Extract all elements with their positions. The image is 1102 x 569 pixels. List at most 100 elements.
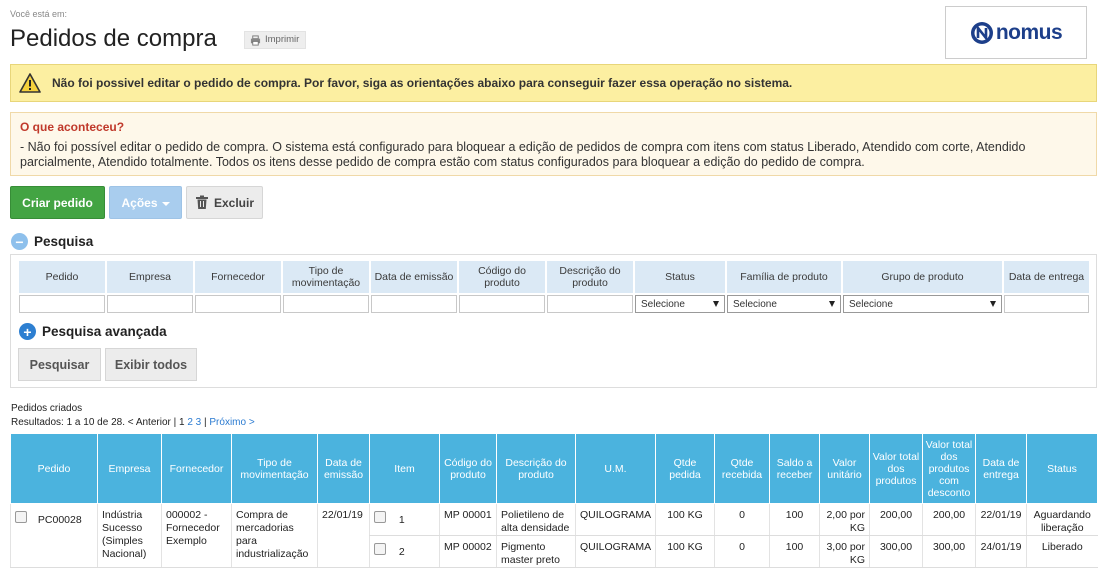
product-code-cell: MP 00002 xyxy=(439,535,497,568)
filter-order-input[interactable] xyxy=(19,295,105,313)
filter-family-select[interactable]: Selecione xyxy=(727,295,841,313)
create-order-button[interactable]: Criar pedido xyxy=(10,186,105,219)
printer-icon xyxy=(250,35,261,46)
filter-header: Fornecedor xyxy=(195,261,281,293)
advanced-search-toggle[interactable]: + Pesquisa avançada xyxy=(19,323,167,340)
filter-movement-input[interactable] xyxy=(283,295,369,313)
col-header[interactable]: Código do produto xyxy=(439,433,497,504)
col-header[interactable]: Qtde recebida xyxy=(714,433,770,504)
delete-button[interactable]: Excluir xyxy=(186,186,263,219)
item-number: 1 xyxy=(398,514,405,526)
nomus-logo-icon xyxy=(970,21,993,44)
page-link-2[interactable]: 2 xyxy=(187,417,193,428)
page-title: Pedidos de compra xyxy=(10,25,217,52)
product-code-cell: MP 00001 xyxy=(439,503,497,536)
search-heading: Pesquisa xyxy=(34,234,94,249)
col-header[interactable]: Valor total dos produtos com desconto xyxy=(922,433,976,504)
info-body: - Não foi possível editar o pedido de co… xyxy=(20,140,1026,169)
col-header[interactable]: Descrição do produto xyxy=(496,433,576,504)
actions-button[interactable]: Ações xyxy=(109,186,182,219)
item-number: 2 xyxy=(398,546,405,558)
qty-ordered-cell: 100 KG xyxy=(655,535,715,568)
item-checkbox[interactable] xyxy=(374,543,386,555)
table-row[interactable]: PC00028 Indústria Sucesso (Simples Nacio… xyxy=(10,503,1098,568)
breadcrumb: Você está em: xyxy=(10,9,68,19)
col-header[interactable]: Valor total dos produtos xyxy=(869,433,923,504)
status-cell: Liberado xyxy=(1026,535,1098,568)
item-cell: 2 xyxy=(369,535,440,568)
filter-header: Código do produto xyxy=(459,261,545,293)
delete-label: Excluir xyxy=(213,195,255,210)
col-header[interactable]: Empresa xyxy=(97,433,162,504)
total-cell: 300,00 xyxy=(869,535,923,568)
search-button[interactable]: Pesquisar xyxy=(18,348,101,381)
logo-text: nomus xyxy=(995,20,1063,44)
trash-icon xyxy=(195,195,208,209)
filter-header: Empresa xyxy=(107,261,193,293)
col-header[interactable]: Item xyxy=(369,433,440,504)
col-header[interactable]: Tipo de movimentação xyxy=(231,433,318,504)
info-heading: O que aconteceu? xyxy=(20,120,125,134)
advanced-search-label: Pesquisa avançada xyxy=(42,324,167,339)
order-checkbox[interactable] xyxy=(15,511,27,523)
filter-supplier-input[interactable] xyxy=(195,295,281,313)
discount-total-cell: 200,00 xyxy=(922,503,976,536)
company-cell: Indústria Sucesso (Simples Nacional) xyxy=(97,503,162,568)
col-header[interactable]: Saldo a receber xyxy=(769,433,820,504)
item-checkbox[interactable] xyxy=(374,511,386,523)
filter-group-select[interactable]: Selecione xyxy=(843,295,1002,313)
unit-price-cell: 3,00 por KG xyxy=(819,535,870,568)
collapse-icon: − xyxy=(11,233,28,250)
expand-icon: + xyxy=(19,323,36,340)
filter-delivery-date-input[interactable] xyxy=(1004,295,1089,313)
warning-icon xyxy=(19,73,41,93)
next-page-link[interactable]: Próximo > xyxy=(209,417,254,428)
col-header[interactable]: Fornecedor xyxy=(161,433,232,504)
col-header[interactable]: Status xyxy=(1026,433,1098,504)
search-section-toggle[interactable]: − Pesquisa xyxy=(11,233,93,250)
col-header[interactable]: Data de emissão xyxy=(317,433,370,504)
results-summary: Resultados: 1 a 10 de 28. < Anterior | 1 xyxy=(11,417,188,428)
col-header[interactable]: Valor unitário xyxy=(819,433,870,504)
select-value: Selecione xyxy=(849,298,893,310)
filter-table: Pedido Empresa Fornecedor Tipo de movime… xyxy=(17,261,1091,313)
supplier-cell: 000002 - Fornecedor Exemplo xyxy=(161,503,232,568)
col-header[interactable]: Pedido xyxy=(10,433,98,504)
col-header[interactable]: Qtde pedida xyxy=(655,433,715,504)
select-caret-icon xyxy=(713,301,719,307)
balance-cell: 100 xyxy=(769,535,820,568)
product-desc-cell: Pigmento master preto xyxy=(496,535,576,568)
qty-received-cell: 0 xyxy=(714,503,770,536)
show-all-button[interactable]: Exibir todos xyxy=(105,348,197,381)
filter-product-desc-input[interactable] xyxy=(547,295,633,313)
order-number: PC00028 xyxy=(37,514,82,526)
filter-header: Tipo de movimentação xyxy=(283,261,369,293)
select-value: Selecione xyxy=(733,298,777,310)
filter-header: Status xyxy=(635,261,725,293)
issue-date-cell: 22/01/19 xyxy=(317,503,370,568)
filter-header: Data de emissão xyxy=(371,261,457,293)
print-label: Imprimir xyxy=(265,34,300,45)
print-button[interactable]: Imprimir xyxy=(244,31,307,49)
col-header[interactable]: U.M. xyxy=(575,433,656,504)
delivery-date-cell: 22/01/19 xyxy=(975,503,1027,536)
movement-cell: Compra de mercadorias para industrializa… xyxy=(231,503,318,568)
warning-alert: Não foi possivel editar o pedido de comp… xyxy=(10,64,1097,102)
orders-table: Pedido Empresa Fornecedor Tipo de movime… xyxy=(10,433,1098,568)
results-title: Pedidos criados xyxy=(11,403,83,414)
actions-label: Ações xyxy=(121,195,158,210)
unit-cell: QUILOGRAMA xyxy=(575,503,656,536)
filter-company-input[interactable] xyxy=(107,295,193,313)
item-cell: 1 xyxy=(369,503,440,536)
toolbar: Criar pedido Ações Excluir xyxy=(10,186,267,219)
filter-header: Pedido xyxy=(19,261,105,293)
col-header[interactable]: Data de entrega xyxy=(975,433,1027,504)
search-panel: Pedido Empresa Fornecedor Tipo de movime… xyxy=(10,254,1097,388)
select-value: Selecione xyxy=(641,298,685,310)
filter-header: Data de entrega xyxy=(1004,261,1089,293)
filter-issue-date-input[interactable] xyxy=(371,295,457,313)
filter-product-code-input[interactable] xyxy=(459,295,545,313)
qty-ordered-cell: 100 KG xyxy=(655,503,715,536)
filter-status-select[interactable]: Selecione xyxy=(635,295,725,313)
filter-header: Descrição do produto xyxy=(547,261,633,293)
